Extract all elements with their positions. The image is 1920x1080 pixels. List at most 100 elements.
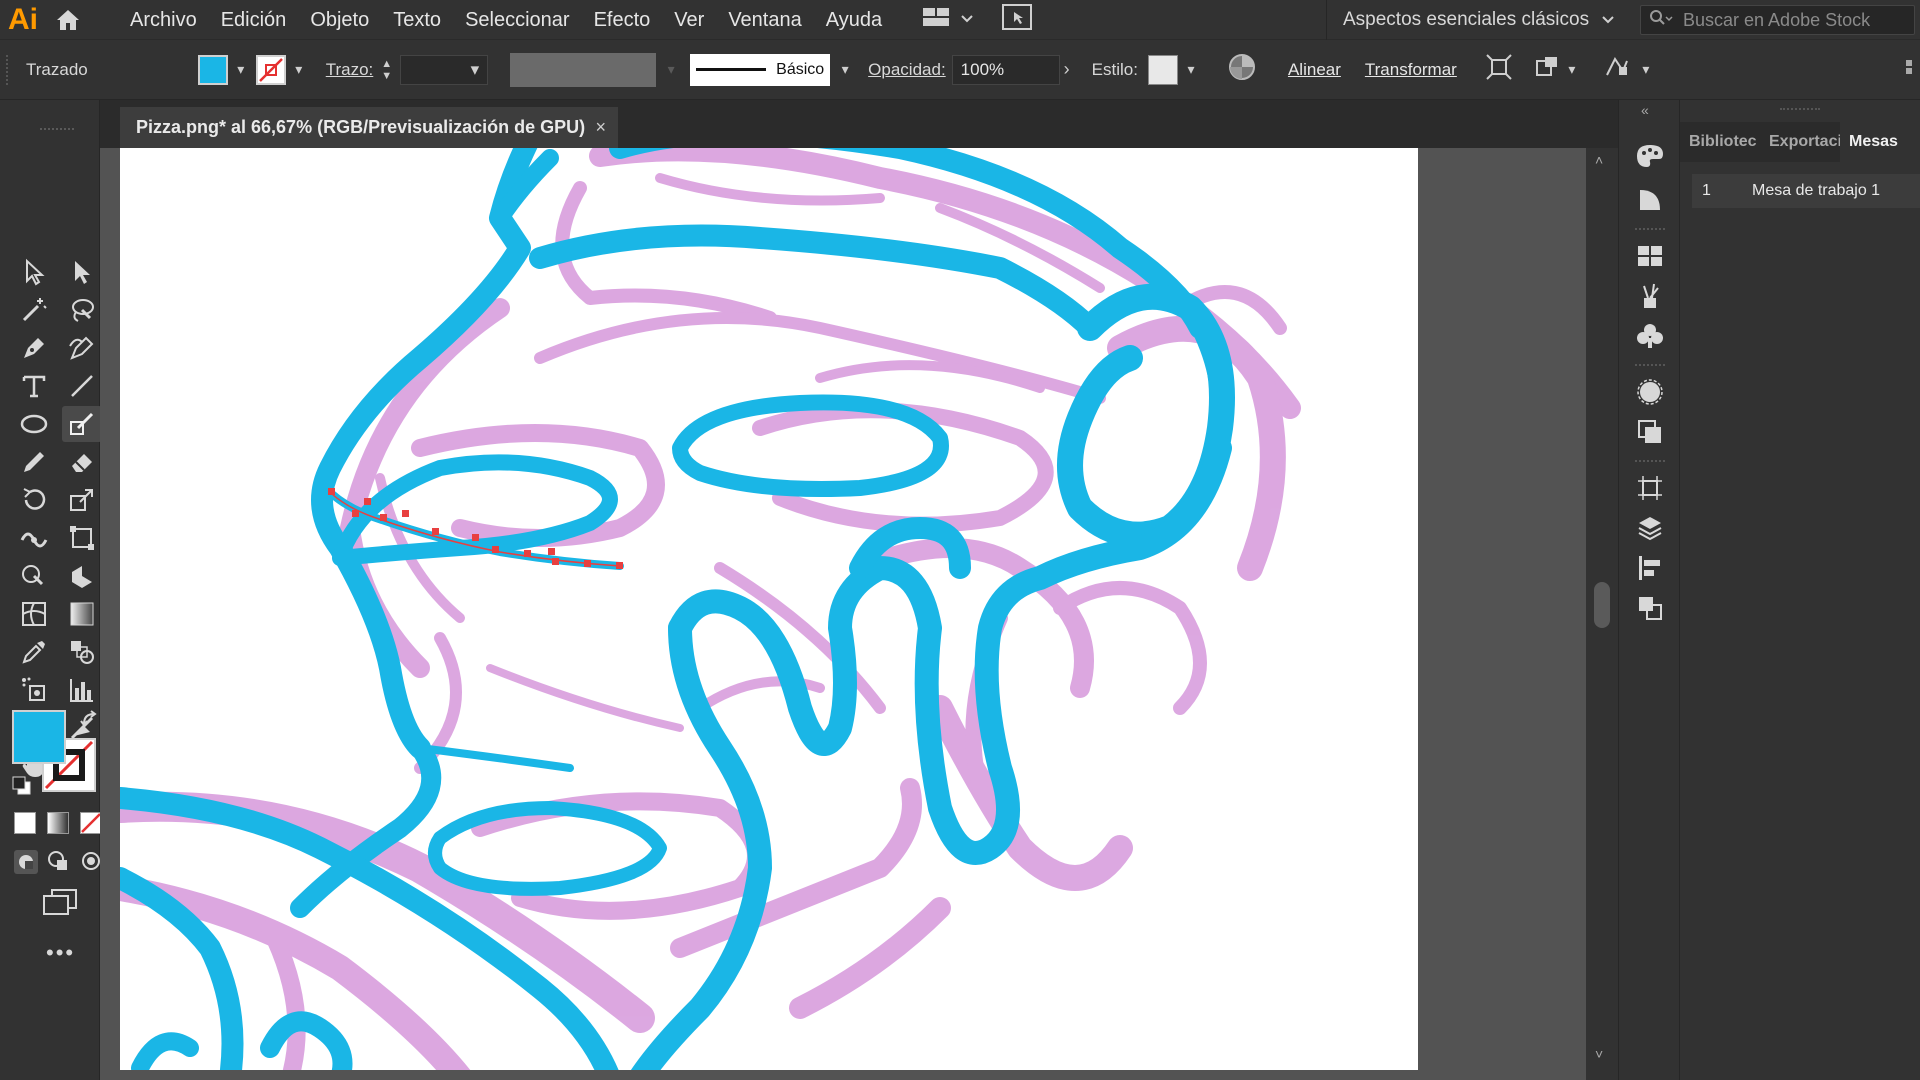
scroll-down-icon[interactable]: ˅ bbox=[1595, 1046, 1603, 1062]
pathfinder-panel-icon[interactable] bbox=[1634, 592, 1666, 624]
menu-objeto[interactable]: Objeto bbox=[298, 0, 381, 40]
chevron-down-icon[interactable]: ▾ bbox=[1637, 60, 1655, 80]
type-tool-icon[interactable] bbox=[14, 368, 54, 404]
opacity-field[interactable]: 100% bbox=[951, 54, 1060, 85]
color-mode-icon[interactable] bbox=[14, 812, 36, 834]
scale-tool-icon[interactable] bbox=[62, 482, 102, 518]
scroll-thumb[interactable] bbox=[1594, 582, 1610, 628]
shape-builder-tool-icon[interactable] bbox=[14, 558, 54, 594]
chevron-down-icon[interactable] bbox=[960, 11, 974, 29]
control-menu-icon[interactable] bbox=[1904, 58, 1914, 87]
selection-tool-icon[interactable] bbox=[14, 254, 54, 290]
column-graph-tool-icon[interactable] bbox=[62, 672, 102, 708]
eyedropper-tool-icon[interactable] bbox=[14, 634, 54, 670]
home-icon[interactable] bbox=[46, 0, 90, 40]
shaper-tool-icon[interactable] bbox=[62, 406, 102, 442]
variable-width-profile[interactable] bbox=[510, 52, 657, 87]
menu-ver[interactable]: Ver bbox=[662, 0, 716, 40]
line-segment-tool-icon[interactable] bbox=[62, 368, 102, 404]
collapse-panels-icon[interactable]: « bbox=[1641, 102, 1649, 118]
magic-wand-tool-icon[interactable] bbox=[14, 292, 54, 328]
screen-mode-icon[interactable] bbox=[40, 888, 80, 921]
symbols-icon[interactable] bbox=[1634, 320, 1666, 352]
draw-behind-icon[interactable] bbox=[47, 850, 69, 877]
arrange-icon[interactable] bbox=[1533, 53, 1561, 86]
edit-toolbar-icon[interactable]: ••• bbox=[46, 940, 75, 966]
perspective-grid-tool-icon[interactable] bbox=[62, 558, 102, 594]
gpu-performance-icon[interactable] bbox=[1002, 4, 1033, 35]
arrange-documents-icon[interactable] bbox=[922, 7, 950, 32]
draw-normal-icon[interactable] bbox=[14, 850, 38, 874]
chevron-down-icon[interactable]: ▾ bbox=[836, 60, 854, 80]
stock-search-input[interactable]: Buscar en Adobe Stock bbox=[1640, 5, 1915, 35]
artboards-panel-icon[interactable] bbox=[1634, 472, 1666, 504]
menu-ayuda[interactable]: Ayuda bbox=[814, 0, 894, 40]
color-panel-icon[interactable] bbox=[1634, 140, 1666, 172]
width-tool-icon[interactable] bbox=[14, 520, 54, 556]
strip-separator bbox=[1635, 460, 1665, 462]
menu-edicion[interactable]: Edición bbox=[209, 0, 299, 40]
recolor-artwork-icon[interactable] bbox=[1228, 53, 1256, 86]
menu-efecto[interactable]: Efecto bbox=[582, 0, 663, 40]
fill-color-swatch[interactable] bbox=[197, 54, 228, 85]
menu-seleccionar[interactable]: Seleccionar bbox=[453, 0, 582, 40]
fill-swatch-large[interactable] bbox=[12, 710, 66, 764]
tab-libraries[interactable]: Bibliotec bbox=[1680, 122, 1760, 162]
ellipse-tool-icon[interactable] bbox=[14, 406, 54, 442]
scroll-up-icon[interactable]: ˄ bbox=[1595, 152, 1603, 168]
opacity-label[interactable]: Opacidad: bbox=[868, 60, 946, 80]
align-panel-icon[interactable] bbox=[1634, 552, 1666, 584]
pen-tool-icon[interactable] bbox=[14, 330, 54, 366]
tab-export[interactable]: Exportaci bbox=[1760, 122, 1840, 162]
workspace-switcher[interactable]: Aspectos esenciales clásicos bbox=[1326, 0, 1626, 40]
menu-ventana[interactable]: Ventana bbox=[716, 0, 813, 40]
stroke-weight-field[interactable]: ▾ bbox=[400, 54, 489, 85]
draw-inside-icon[interactable] bbox=[80, 850, 102, 877]
brushes-icon[interactable] bbox=[1634, 280, 1666, 312]
direct-selection-tool-icon[interactable] bbox=[62, 254, 102, 290]
layers-panel-icon[interactable] bbox=[1634, 512, 1666, 544]
pencil-tool-icon[interactable] bbox=[14, 444, 54, 480]
eraser-tool-icon[interactable] bbox=[62, 444, 102, 480]
mesh-tool-icon[interactable] bbox=[14, 596, 54, 632]
chevron-down-icon[interactable]: ▾ bbox=[290, 60, 308, 80]
transparency-icon[interactable] bbox=[1634, 416, 1666, 448]
graphic-style-swatch[interactable] bbox=[1147, 54, 1178, 85]
artboard-list-item[interactable]: 1 Mesa de trabajo 1 bbox=[1692, 174, 1920, 208]
blend-tool-icon[interactable] bbox=[62, 634, 102, 670]
chevron-down-icon[interactable]: ▾ bbox=[1182, 60, 1200, 80]
chevron-down-icon[interactable]: ▾ bbox=[232, 60, 250, 80]
puppet-warp-icon[interactable] bbox=[1603, 53, 1631, 86]
gradient-tool-icon[interactable] bbox=[62, 596, 102, 632]
menu-archivo[interactable]: Archivo bbox=[118, 0, 209, 40]
symbol-sprayer-tool-icon[interactable] bbox=[14, 672, 54, 708]
curvature-tool-icon[interactable] bbox=[62, 330, 102, 366]
swatches-icon[interactable] bbox=[1634, 240, 1666, 272]
close-icon[interactable]: × bbox=[595, 117, 606, 138]
default-fill-stroke-icon[interactable] bbox=[12, 776, 32, 801]
color-guide-icon[interactable] bbox=[1634, 184, 1666, 216]
document-tab[interactable]: Pizza.png* al 66,67% (RGB/Previsualizaci… bbox=[120, 107, 618, 148]
isolate-group-icon[interactable] bbox=[1485, 53, 1513, 86]
panel-grip-icon bbox=[1780, 108, 1820, 110]
none-mode-icon[interactable] bbox=[80, 812, 102, 834]
artboard[interactable] bbox=[120, 148, 1418, 1070]
tab-artboards[interactable]: Mesas bbox=[1840, 122, 1920, 162]
stroke-color-swatch[interactable] bbox=[255, 54, 286, 85]
canvas-area[interactable]: ˄ ˅ bbox=[100, 148, 1618, 1080]
free-transform-tool-icon[interactable] bbox=[62, 520, 102, 556]
gradient-mode-icon[interactable] bbox=[47, 812, 69, 834]
chevron-right-icon[interactable]: › bbox=[1064, 59, 1070, 80]
artwork[interactable] bbox=[120, 148, 1418, 1070]
stepper-icon[interactable]: ▲ ▼ bbox=[381, 58, 392, 82]
lasso-tool-icon[interactable] bbox=[62, 292, 102, 328]
vertical-scrollbar[interactable]: ˄ ˅ bbox=[1586, 148, 1618, 1080]
swap-fill-stroke-icon[interactable] bbox=[80, 710, 100, 735]
menu-texto[interactable]: Texto bbox=[381, 0, 453, 40]
transform-link[interactable]: Transformar bbox=[1365, 60, 1457, 80]
chevron-down-icon[interactable]: ▾ bbox=[1563, 60, 1581, 80]
stroke-panel-icon[interactable] bbox=[1634, 376, 1666, 408]
rotate-tool-icon[interactable] bbox=[14, 482, 54, 518]
brush-definition[interactable]: Básico bbox=[690, 53, 831, 86]
align-link[interactable]: Alinear bbox=[1288, 60, 1341, 80]
